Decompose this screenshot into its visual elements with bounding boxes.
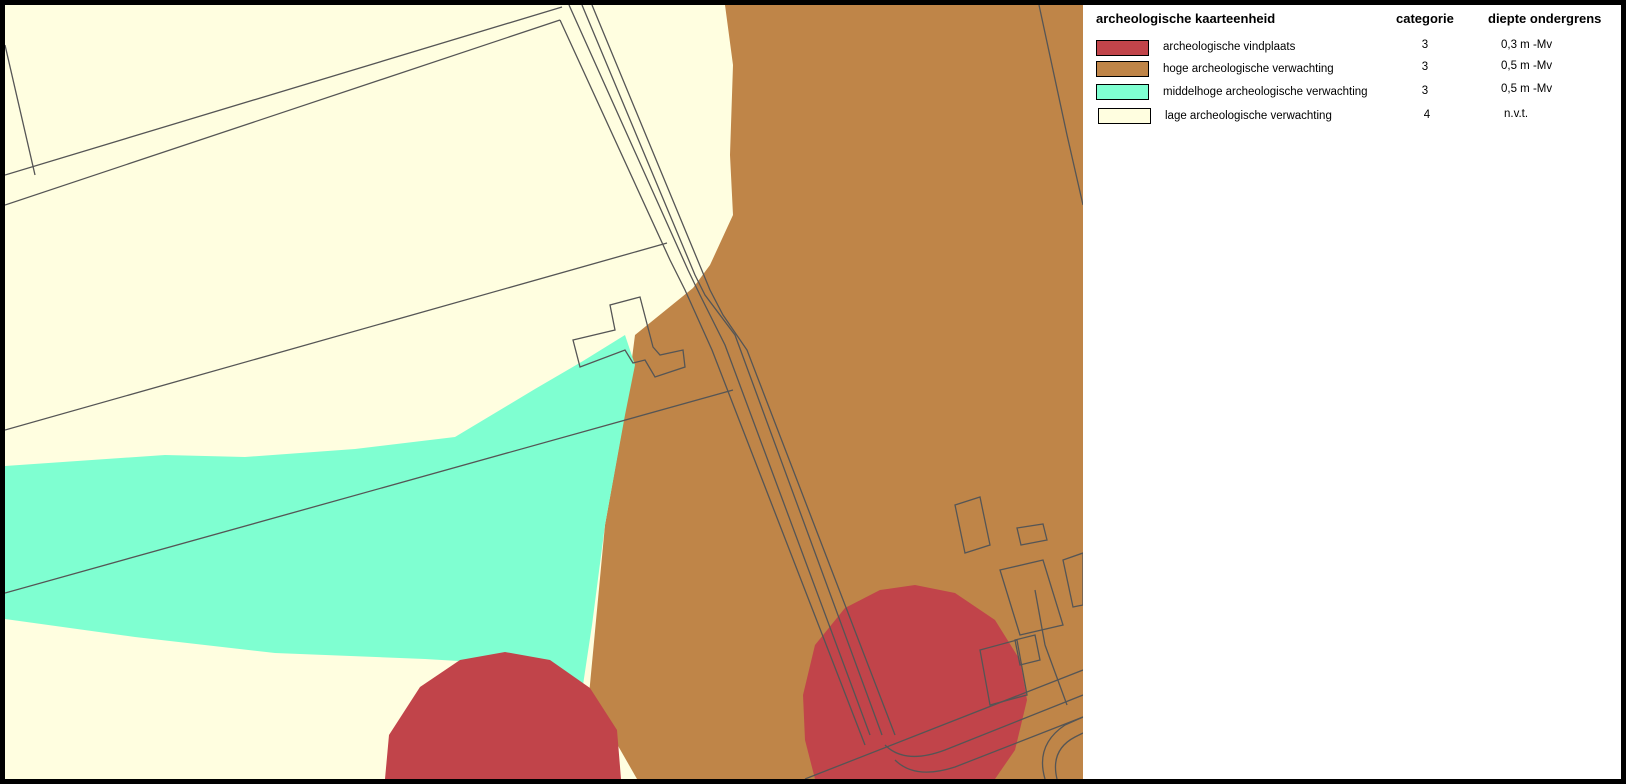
legend-swatch-find-site [1096, 40, 1149, 56]
legend-row-find-site: archeologische vindplaats 3 0,3 m -Mv [1083, 35, 1621, 57]
legend-category: 3 [1421, 85, 1429, 97]
legend-swatch-high-expectation [1096, 61, 1149, 77]
legend-label: lage archeologische verwachting [1165, 110, 1332, 122]
legend-swatch-medium-high-expectation [1096, 84, 1149, 100]
legend-category: 4 [1423, 109, 1431, 121]
legend-panel: archeologische kaarteenheid categorie di… [1083, 5, 1621, 779]
legend-header-depth: diepte ondergrens [1488, 11, 1602, 26]
legend-depth: n.v.t. [1504, 108, 1529, 120]
window-frame: archeologische kaarteenheid categorie di… [0, 0, 1626, 784]
legend-label: middelhoge archeologische verwachting [1163, 86, 1368, 98]
legend-category: 3 [1421, 39, 1429, 51]
legend-label: archeologische vindplaats [1163, 41, 1296, 53]
legend-depth: 0,5 m -Mv [1501, 83, 1553, 95]
legend-row-high-expectation: hoge archeologische verwachting 3 0,5 m … [1083, 57, 1621, 79]
legend-depth: 0,5 m -Mv [1501, 60, 1553, 72]
legend-swatch-low-expectation [1098, 108, 1151, 124]
legend-header-unit: archeologische kaarteenheid [1096, 11, 1276, 26]
legend-category: 3 [1421, 61, 1429, 73]
legend-label: hoge archeologische verwachting [1163, 63, 1334, 75]
legend-header-category: categorie [1396, 11, 1454, 26]
legend-depth: 0,3 m -Mv [1501, 39, 1553, 51]
legend-row-low-expectation: lage archeologische verwachting 4 n.v.t. [1083, 102, 1621, 124]
archaeology-map[interactable] [5, 5, 1083, 779]
legend-row-medium-high-expectation: middelhoge archeologische verwachting 3 … [1083, 79, 1621, 101]
